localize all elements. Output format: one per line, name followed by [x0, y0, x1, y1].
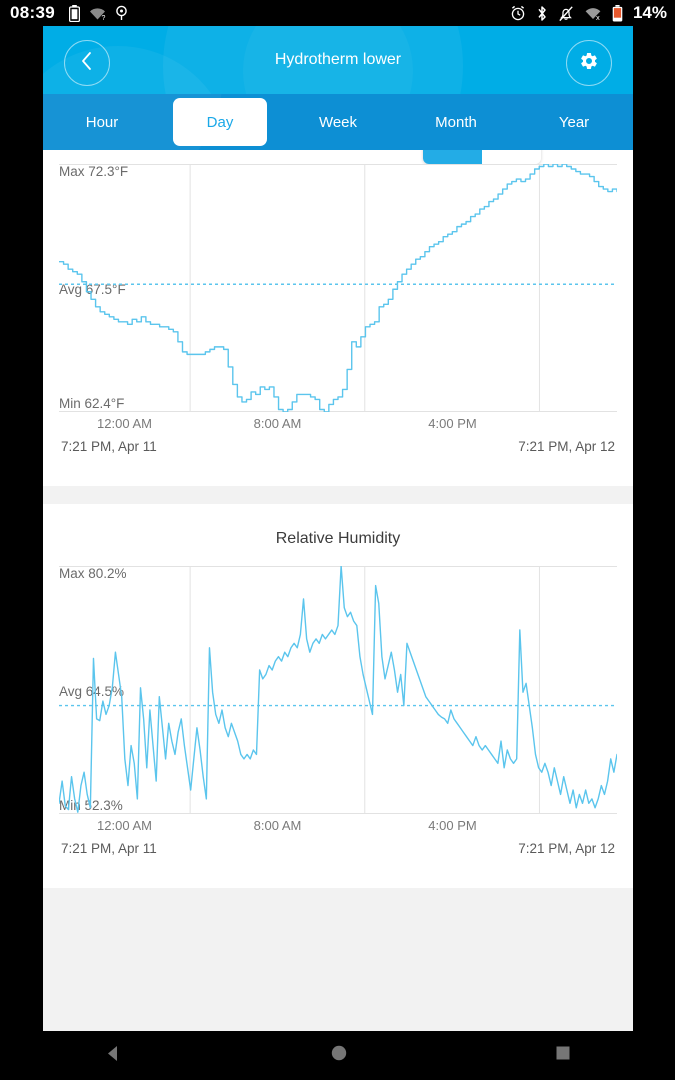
unit-toggle-option-left[interactable] — [423, 150, 482, 164]
x-tick: 8:00 AM — [253, 818, 302, 833]
humidity-chart[interactable] — [59, 566, 617, 814]
temperature-card: Max 72.3°F Avg 67.5°F Min 62.4°F 12:00 A… — [43, 150, 633, 486]
battery-percent: 14% — [632, 3, 667, 22]
tab-day[interactable]: Day — [161, 98, 279, 146]
tab-year[interactable]: Year — [515, 106, 633, 139]
tab-month[interactable]: Month — [397, 106, 515, 139]
wifi-off-icon: x — [584, 6, 602, 22]
status-bar: 08:39 ? x 14% — [0, 0, 675, 26]
tab-label: Month — [435, 113, 477, 131]
x-tick: 4:00 PM — [428, 818, 477, 833]
temperature-range: 7:21 PM, Apr 11 7:21 PM, Apr 12 — [43, 431, 633, 454]
scroll-content[interactable]: Max 72.3°F Avg 67.5°F Min 62.4°F 12:00 A… — [43, 150, 633, 1031]
home-circle-icon[interactable] — [330, 1044, 348, 1067]
humidity-plot-wrap: Max 80.2% Avg 64.5% Min 52.3% — [43, 566, 633, 814]
status-left-icons: ? — [68, 4, 128, 22]
svg-text:?: ? — [101, 15, 105, 21]
page-title: Hydrotherm lower — [274, 51, 402, 68]
tab-label: Week — [318, 113, 358, 131]
range-end: 7:21 PM, Apr 12 — [518, 841, 615, 856]
unit-toggle[interactable] — [423, 150, 541, 164]
x-tick: 12:00 AM — [97, 818, 152, 833]
card-spacer — [43, 856, 633, 888]
status-clock: 08:39 — [10, 3, 55, 22]
wifi-question-icon: ? — [89, 6, 106, 22]
bezel-left — [0, 26, 43, 1031]
unit-toggle-option-right[interactable] — [482, 150, 541, 164]
gear-icon — [579, 51, 599, 76]
alarm-icon — [510, 5, 526, 21]
recents-square-icon[interactable] — [555, 1045, 571, 1066]
humidity-title: Relative Humidity — [275, 530, 401, 547]
x-tick: 8:00 AM — [253, 416, 302, 431]
tab-label: Day — [206, 113, 234, 131]
tab-week[interactable]: Week — [279, 106, 397, 139]
range-end: 7:21 PM, Apr 12 — [518, 439, 615, 454]
section-gap — [43, 486, 633, 504]
range-start: 7:21 PM, Apr 11 — [61, 841, 157, 856]
mute-icon — [558, 5, 574, 22]
section-gap — [43, 888, 633, 906]
bezel-right — [633, 26, 675, 1031]
humidity-x-axis: 12:00 AM 8:00 AM 4:00 PM — [43, 814, 633, 833]
back-triangle-icon[interactable] — [104, 1044, 123, 1068]
battery-icon — [612, 4, 623, 22]
x-tick: 4:00 PM — [428, 416, 477, 431]
settings-button[interactable] — [566, 40, 612, 86]
x-tick: 12:00 AM — [97, 416, 152, 431]
humidity-range: 7:21 PM, Apr 11 7:21 PM, Apr 12 — [43, 833, 633, 856]
battery-saver-icon — [68, 4, 81, 22]
unit-toggle-row — [43, 150, 633, 164]
range-start: 7:21 PM, Apr 11 — [61, 439, 157, 454]
location-icon — [115, 5, 128, 21]
android-nav-bar — [0, 1031, 675, 1080]
temperature-chart[interactable] — [59, 164, 617, 412]
temperature-x-axis: 12:00 AM 8:00 AM 4:00 PM — [43, 412, 633, 431]
card-spacer — [43, 454, 633, 486]
temperature-plot-wrap: Max 72.3°F Avg 67.5°F Min 62.4°F — [43, 164, 633, 412]
app-window: Hydrotherm lower Hour Day Week Month Yea… — [43, 26, 633, 1031]
tab-hour[interactable]: Hour — [43, 106, 161, 139]
bluetooth-icon — [536, 5, 548, 22]
app-header: Hydrotherm lower — [43, 26, 633, 94]
svg-text:x: x — [596, 13, 600, 21]
status-right-icons: x 14% — [510, 3, 667, 23]
humidity-card: Relative Humidity Max 80.2% Avg 64.5% Mi… — [43, 504, 633, 888]
tab-label: Year — [558, 113, 590, 131]
period-tabbar: Hour Day Week Month Year — [43, 94, 633, 150]
tab-label: Hour — [85, 113, 119, 131]
